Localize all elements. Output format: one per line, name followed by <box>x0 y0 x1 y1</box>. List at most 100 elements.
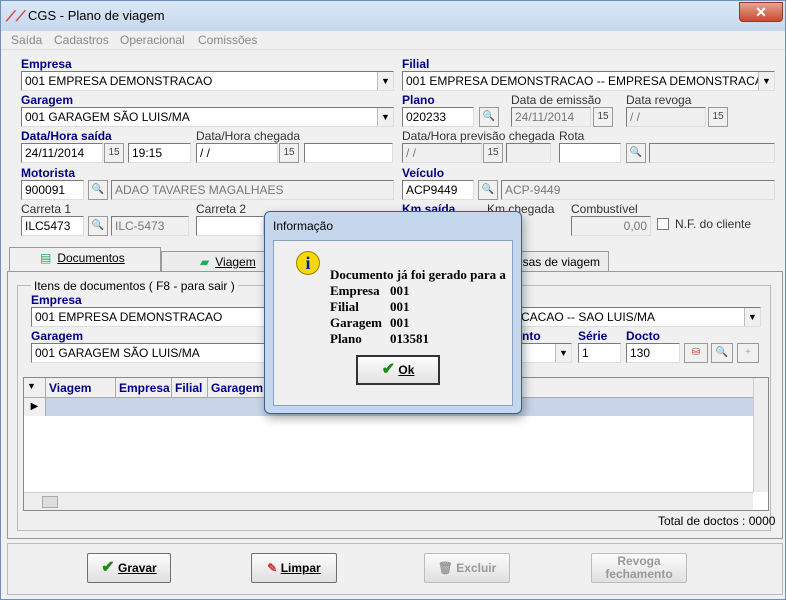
check-icon: ✔ <box>101 559 115 576</box>
prev-chegada-field: / / <box>402 143 482 163</box>
binoculars-icon[interactable]: 🔍 <box>88 216 108 236</box>
doc-tipo-select[interactable]: ▼ <box>517 343 572 363</box>
gravar-button[interactable]: ✔ Gravar <box>87 553 171 583</box>
binoculars-icon[interactable]: 🔍 <box>479 107 499 127</box>
veiculo-code-field[interactable]: ACP9449 <box>402 180 474 200</box>
dialog-filial-label: Filial <box>330 299 359 314</box>
calendar-icon[interactable]: 15 <box>104 143 124 163</box>
ok-button[interactable]: ✔ Ok <box>356 355 440 385</box>
close-button[interactable]: ✕ <box>739 2 783 22</box>
hora-prev-chegada-field <box>506 143 551 163</box>
carreta2-label: Carreta 2 <box>196 202 247 216</box>
excluir-button[interactable]: 🗑 Excluir <box>424 553 510 583</box>
menu-comissoes[interactable]: Comissões <box>198 33 257 47</box>
revoga-fechamento-button[interactable]: Revoga fechamento <box>591 553 687 583</box>
add-icon[interactable]: + <box>737 343 759 363</box>
ok-label: Ok <box>398 363 415 377</box>
doc-garagem-label: Garagem <box>31 329 84 343</box>
menu-saida[interactable]: Saída <box>11 33 42 47</box>
docto-field[interactable]: 130 <box>626 343 680 363</box>
carreta1-label: Carreta 1 <box>21 202 72 216</box>
menu-cadastros[interactable]: Cadastros <box>54 33 109 47</box>
info-dialog: Informação i Documento já foi gerado par… <box>264 211 522 414</box>
calendar-icon[interactable]: 15 <box>593 107 613 127</box>
motorista-name-field: ADAO TAVARES MAGALHAES <box>111 180 394 200</box>
calendar-icon[interactable]: 15 <box>708 107 728 127</box>
binoculars-icon[interactable]: 🔍 <box>711 343 733 363</box>
filial-select[interactable]: 001 EMPRESA DEMONSTRACAO -- EMPRESA DEMO… <box>402 71 775 91</box>
binoculars-icon[interactable]: 🔍 <box>478 180 498 200</box>
hora-chegada-field[interactable] <box>304 143 393 163</box>
col-garagem[interactable]: Garagem <box>208 378 268 398</box>
excluir-label: Excluir <box>456 561 497 575</box>
dialog-empresa-value: 001 <box>390 283 410 298</box>
empresa-label: Empresa <box>21 57 72 71</box>
col-viagem[interactable]: Viagem <box>46 378 116 398</box>
doc-garagem-select[interactable]: 001 GARAGEM SÃO LUIS/MA <box>31 343 267 363</box>
limpar-button[interactable]: ✎ Limpar <box>251 553 337 583</box>
vertical-scrollbar[interactable] <box>753 378 768 492</box>
horizontal-scrollbar[interactable] <box>24 492 753 510</box>
dialog-body: i Documento já foi gerado para a Empresa… <box>273 240 513 406</box>
chevron-down-icon[interactable]: ▼ <box>24 378 46 398</box>
data-emissao-field: 24/11/2014 <box>511 107 591 127</box>
plano-field[interactable]: 020233 <box>402 107 474 127</box>
garagem-value: 001 GARAGEM SÃO LUIS/MA <box>25 110 190 124</box>
data-saida-label: Data/Hora saída <box>21 129 112 143</box>
col-filial[interactable]: Filial <box>172 378 208 398</box>
nf-cliente-checkbox[interactable] <box>657 218 669 230</box>
row-indicator-icon: ▶ <box>24 398 46 416</box>
data-emissao-label: Data de emissão <box>511 93 602 107</box>
load-document-icon[interactable]: ⛁ <box>684 343 708 363</box>
revoga-label-line1: Revoga <box>617 554 661 568</box>
empresa-value: 001 EMPRESA DEMONSTRACAO <box>25 74 213 88</box>
carreta1-code-field[interactable]: ILC5473 <box>21 216 84 236</box>
veiculo-name-field: ACP-9449 <box>501 180 775 200</box>
data-saida-field[interactable]: 24/11/2014 <box>21 143 103 163</box>
dialog-filial-value: 001 <box>390 299 410 314</box>
binoculars-icon[interactable]: 🔍 <box>626 143 646 163</box>
veiculo-label: Veículo <box>402 166 445 180</box>
tab-viagem-label: Viagem <box>215 255 256 269</box>
title-bar: ⟋⟋ CGS - Plano de viagem ✕ <box>1 1 785 31</box>
empresa-select[interactable]: 001 EMPRESA DEMONSTRACAO ▼ <box>21 71 394 91</box>
carreta2-code-field[interactable] <box>196 216 264 236</box>
binoculars-icon[interactable]: 🔍 <box>88 180 108 200</box>
data-chegada-field[interactable]: / / <box>196 143 278 163</box>
garagem-label: Garagem <box>21 93 74 107</box>
garagem-select[interactable]: 001 GARAGEM SÃO LUIS/MA ▼ <box>21 107 394 127</box>
hora-saida-field[interactable]: 19:15 <box>128 143 191 163</box>
menu-operacional[interactable]: Operacional <box>120 33 185 47</box>
dialog-title: Informação <box>273 219 334 233</box>
docto-label: Docto <box>626 329 660 343</box>
tab-documentos[interactable]: ▤ Documentos <box>9 247 161 272</box>
doc-filial-select[interactable]: CACAO -- SAO LUIS/MA ▼ <box>517 307 761 327</box>
combustivel-field: 0,00 <box>571 216 651 236</box>
calendar-icon[interactable]: 15 <box>483 143 503 163</box>
data-revoga-field: / / <box>626 107 706 127</box>
chevron-down-icon[interactable]: ▼ <box>744 308 760 326</box>
dialog-plano-value: 013581 <box>390 331 429 346</box>
documents-group-title: Itens de documentos ( F8 - para sair ) <box>31 279 238 293</box>
tab-despesas-label: esas de viagem <box>515 255 600 269</box>
dialog-plano-label: Plano <box>330 331 362 346</box>
calendar-icon[interactable]: 15 <box>279 143 299 163</box>
rota-field[interactable] <box>559 143 621 163</box>
scrollbar-thumb[interactable] <box>42 496 58 508</box>
doc-empresa-select[interactable]: 001 EMPRESA DEMONSTRACAO <box>31 307 267 327</box>
menu-bar: Saída Cadastros Operacional Comissões <box>1 31 785 50</box>
chevron-down-icon[interactable]: ▼ <box>555 344 571 362</box>
revoga-label-line2: fechamento <box>605 567 673 581</box>
motorista-code-field[interactable]: 900091 <box>21 180 84 200</box>
chevron-down-icon[interactable]: ▼ <box>377 72 393 90</box>
chevron-down-icon[interactable]: ▼ <box>758 72 774 90</box>
rota-label: Rota <box>559 129 585 143</box>
info-icon: i <box>296 251 320 275</box>
chevron-down-icon[interactable]: ▼ <box>377 108 393 126</box>
col-empresa[interactable]: Empresa <box>116 378 172 398</box>
nf-cliente-label: N.F. do cliente <box>675 217 752 231</box>
serie-field[interactable]: 1 <box>578 343 621 363</box>
prev-chegada-label: Data/Hora previsão chegada <box>402 129 555 143</box>
plano-label: Plano <box>402 93 435 107</box>
dialog-empresa-label: Empresa <box>330 283 380 298</box>
